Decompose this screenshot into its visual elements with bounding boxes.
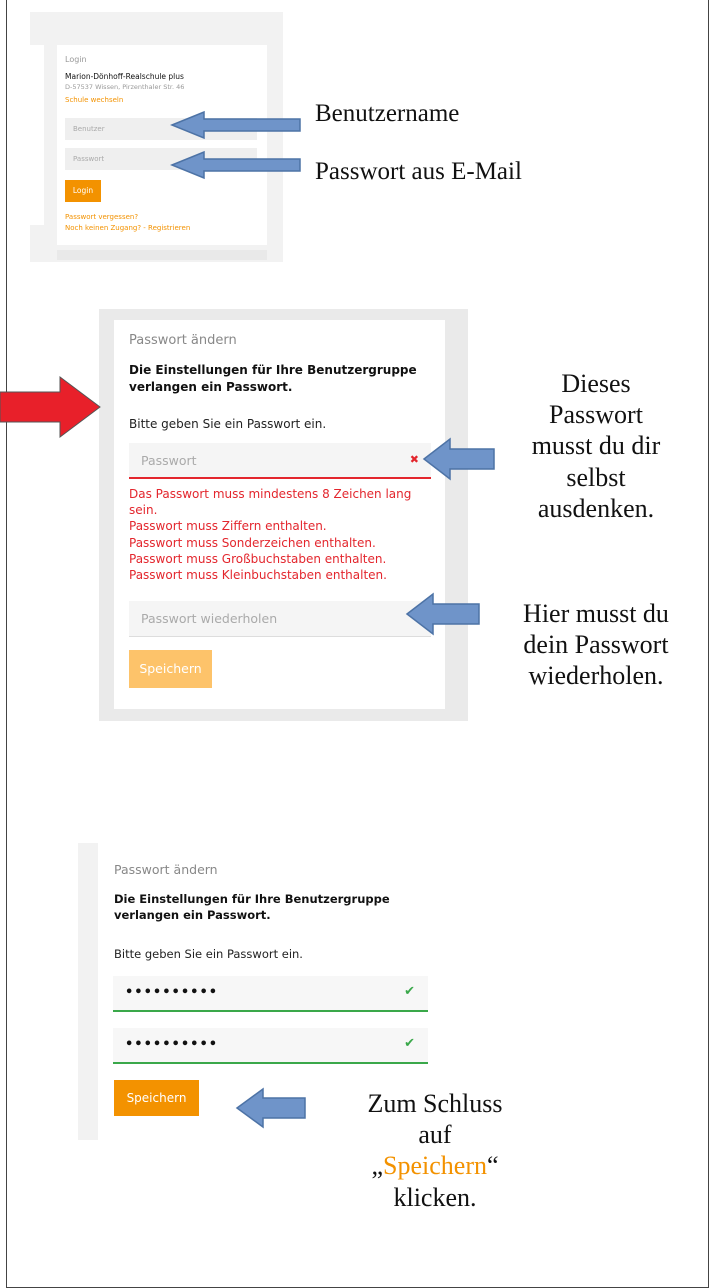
error-message: Passwort muss Großbuchstaben enthalten.	[129, 551, 387, 566]
error-x-icon: ✖	[409, 453, 419, 466]
change-password-title: Passwort ändern	[129, 333, 237, 348]
register-link[interactable]: Noch keinen Zugang? - Registrieren	[65, 224, 190, 232]
check-icon: ✔	[404, 1036, 416, 1051]
error-message: Passwort muss Sonderzeichen enthalten.	[129, 535, 376, 550]
save-button-disabled[interactable]: Speichern	[129, 650, 212, 688]
repeat-password-field[interactable]: •••••••••• ✔	[113, 1028, 428, 1064]
repeat-password-value: ••••••••••	[125, 1037, 219, 1052]
login-card-footer	[57, 250, 267, 260]
login-heading: Login	[65, 55, 87, 64]
quote-open: „	[371, 1151, 384, 1181]
arrow-right-red-icon	[0, 376, 101, 438]
group-requirement-text: Die Einstellungen für Ihre Benutzergrupp…	[129, 363, 417, 394]
arrow-left-icon	[405, 592, 480, 636]
annotation-line: klicken.	[393, 1182, 477, 1212]
arrow-left-icon	[422, 437, 495, 481]
school-address: D-57537 Wissen, Pirzenthaler Str. 46	[65, 83, 185, 91]
repeat-password-field[interactable]: Passwort wiederholen	[129, 601, 431, 637]
arrow-left-icon	[235, 1087, 306, 1129]
annotation-line: ausdenken.	[537, 493, 655, 523]
annotation-line: dein Passwort	[523, 630, 669, 660]
school-name: Marion-Dönhoff-Realschule plus	[65, 72, 184, 81]
new-password-field[interactable]: •••••••••• ✔	[113, 976, 428, 1012]
login-screenshot-strip	[30, 45, 44, 225]
save-button[interactable]: Speichern	[114, 1080, 199, 1116]
new-password-field[interactable]: Passwort ✖	[129, 443, 431, 479]
annotation-line: selbst	[566, 462, 626, 492]
annotation-line: „Speichern“	[335, 1150, 535, 1181]
annotation-line: wiederholen.	[528, 661, 664, 691]
error-message: Passwort muss Ziffern enthalten.	[129, 519, 327, 534]
new-password-placeholder: Passwort	[141, 453, 197, 468]
annotation-line: Zum Schluss	[367, 1089, 503, 1118]
annotation-username: Benutzername	[315, 100, 460, 127]
annotation-final: Zum Schluss auf „Speichern“ klicken.	[335, 1088, 535, 1213]
annotation-line: Dieses	[561, 369, 631, 398]
new-password-value: ••••••••••	[125, 985, 219, 1000]
arrow-left-icon	[170, 150, 301, 180]
arrow-left-icon	[170, 110, 301, 140]
change-password-title: Passwort ändern	[114, 862, 218, 877]
error-message: Das Passwort muss mindestens 8 Zeichen l…	[129, 487, 412, 518]
annotation-own-password: Dieses Passwort musst du dir selbst ausd…	[498, 368, 694, 524]
annotation-line: Passwort	[549, 400, 643, 430]
forgot-password-link[interactable]: Passwort vergessen?	[65, 213, 138, 221]
check-icon: ✔	[404, 984, 416, 999]
annotation-line: Hier musst du	[523, 599, 669, 628]
group-requirement-text: Die Einstellungen für Ihre Benutzergrupp…	[114, 892, 390, 923]
annotation-password-email: Passwort aus E-Mail	[315, 158, 522, 185]
quote-close: “	[486, 1151, 499, 1181]
annotation-line: musst du dir	[531, 431, 661, 461]
password-prompt: Bitte geben Sie ein Passwort ein.	[114, 947, 303, 961]
error-list: Das Passwort muss mindestens 8 Zeichen l…	[129, 486, 419, 583]
login-button[interactable]: Login	[65, 180, 101, 202]
annotation-highlight: Speichern	[383, 1151, 487, 1181]
password-prompt: Bitte geben Sie ein Passwort ein.	[129, 417, 327, 431]
annotation-repeat: Hier musst du dein Passwort wiederholen.	[492, 598, 700, 692]
change-school-link[interactable]: Schule wechseln	[65, 96, 123, 104]
annotation-line: auf	[418, 1120, 452, 1150]
repeat-password-placeholder: Passwort wiederholen	[141, 611, 278, 626]
error-message: Passwort muss Kleinbuchstaben enthalten.	[129, 567, 387, 582]
